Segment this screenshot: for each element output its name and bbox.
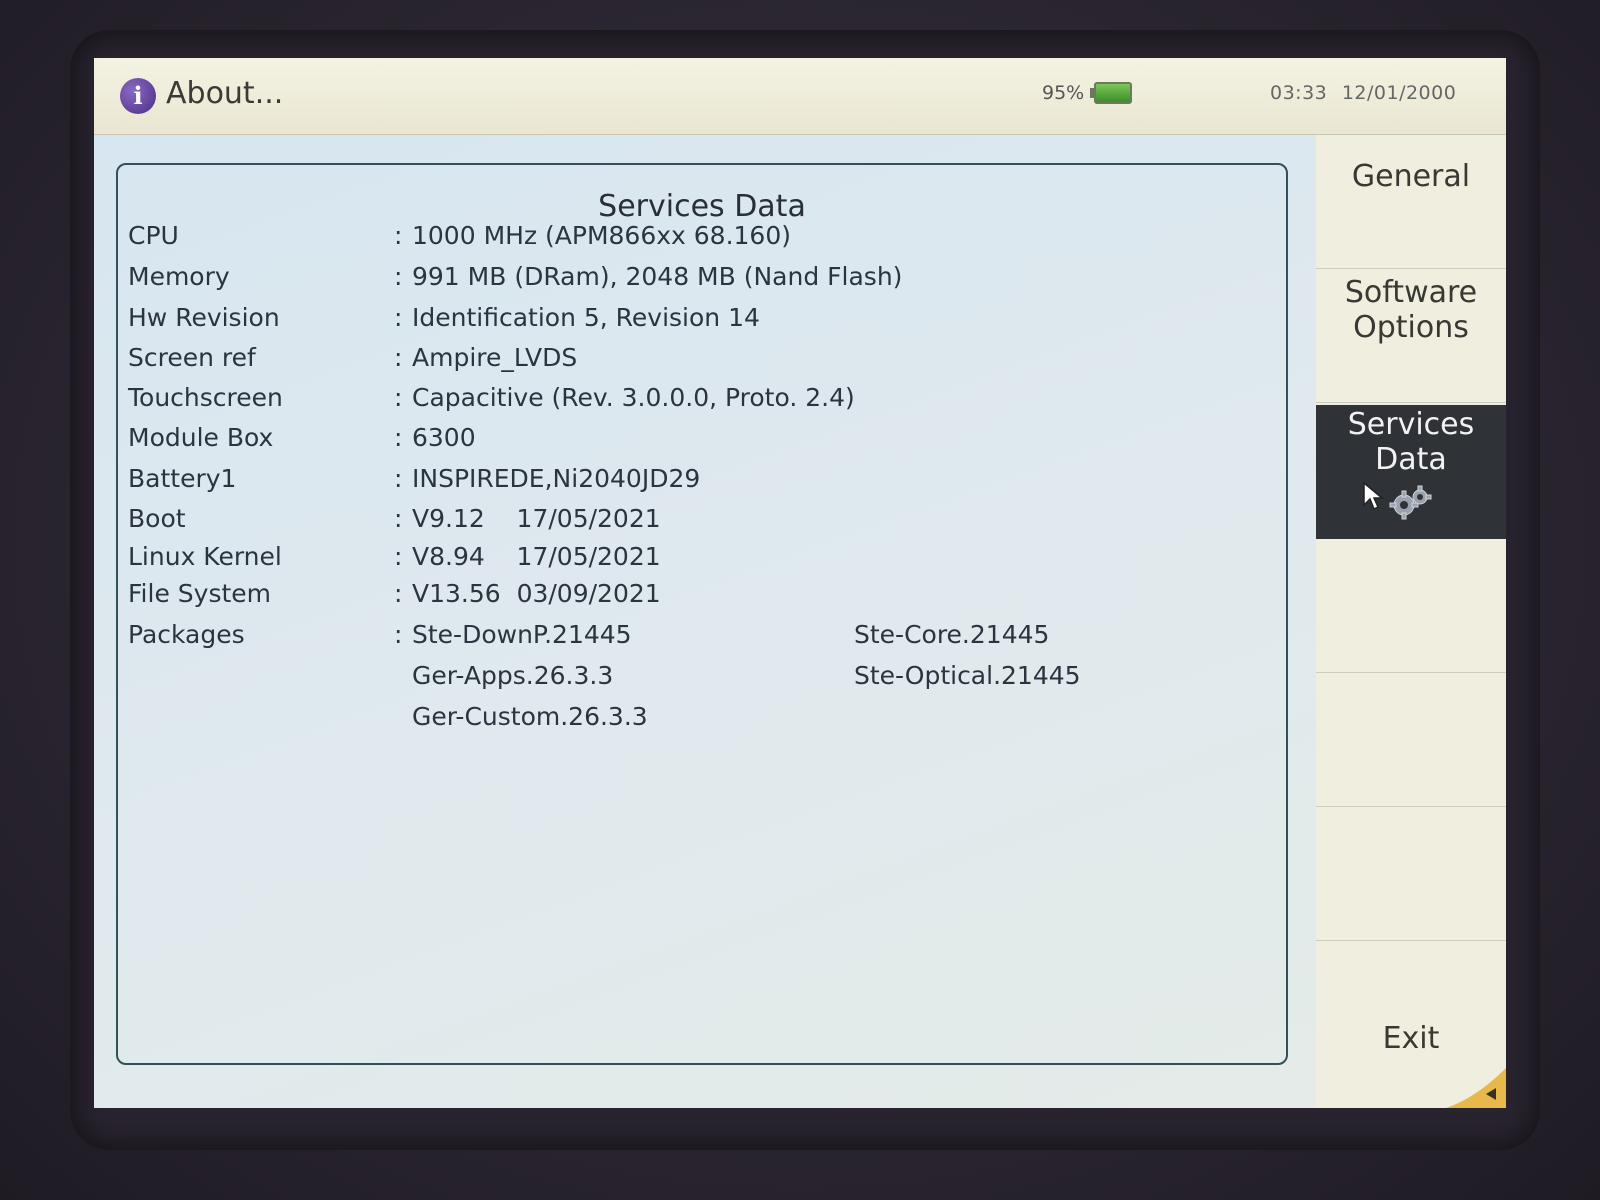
date-display: 12/01/2000 bbox=[1341, 82, 1457, 104]
row-value: 991 MB (DRam), 2048 MB (Nand Flash) bbox=[412, 262, 903, 291]
row-label: Screen ref bbox=[128, 343, 256, 372]
row-label: Hw Revision bbox=[128, 303, 280, 332]
software-options-label-line2: Options bbox=[1353, 310, 1469, 345]
package-item: Ste-Core.21445 bbox=[854, 620, 1050, 649]
back-arrow-icon[interactable] bbox=[1446, 1068, 1506, 1108]
row-label: Linux Kernel bbox=[128, 542, 282, 571]
row-label: Battery1 bbox=[128, 464, 237, 493]
panel-title: Services Data bbox=[598, 189, 806, 224]
row-colon: : bbox=[394, 221, 403, 250]
row-value: V8.94 17/05/2021 bbox=[412, 542, 661, 571]
row-value: V9.12 17/05/2021 bbox=[412, 504, 661, 533]
row-label: Module Box bbox=[128, 423, 274, 452]
row-label: Packages bbox=[128, 620, 245, 649]
package-item: Ger-Apps.26.3.3 bbox=[412, 661, 614, 690]
battery-icon bbox=[1090, 82, 1132, 104]
info-icon[interactable]: i bbox=[120, 78, 156, 114]
row-colon: : bbox=[394, 262, 403, 291]
row-value: 6300 bbox=[412, 423, 476, 452]
row-label: Boot bbox=[128, 504, 186, 533]
row-label: Memory bbox=[128, 262, 230, 291]
services-data-label-line1: Services bbox=[1347, 407, 1475, 442]
device-body: i About... 95% 03:33 12/01/2000 Services… bbox=[0, 0, 1600, 1200]
services-data-panel: Services Data CPU : 1000 MHz (APM866xx 6… bbox=[116, 163, 1288, 1065]
software-options-button[interactable]: Software Options bbox=[1316, 269, 1506, 403]
row-value: INSPIREDE,Ni2040JD29 bbox=[412, 464, 701, 493]
row-value: 1000 MHz (APM866xx 68.160) bbox=[412, 221, 791, 250]
row-label: File System bbox=[128, 579, 272, 608]
row-colon: : bbox=[394, 303, 403, 332]
row-value: V13.56 03/09/2021 bbox=[412, 579, 661, 608]
row-colon: : bbox=[394, 542, 403, 571]
row-label: CPU bbox=[128, 221, 179, 250]
row-label: Touchscreen bbox=[128, 383, 283, 412]
package-item: Ste-Optical.21445 bbox=[854, 661, 1081, 690]
sidebar-empty-slot bbox=[1316, 673, 1506, 807]
time-display: 03:33 bbox=[1270, 82, 1328, 104]
row-colon: : bbox=[394, 620, 403, 649]
mouse-cursor-icon bbox=[1363, 481, 1385, 511]
row-value: Capacitive (Rev. 3.0.0.0, Proto. 2.4) bbox=[412, 383, 855, 412]
services-data-label-line2: Data bbox=[1375, 442, 1447, 477]
sidebar: General Software Options Services Data E… bbox=[1316, 135, 1506, 1108]
row-colon: : bbox=[394, 343, 403, 372]
row-colon: : bbox=[394, 464, 403, 493]
software-options-label-line1: Software bbox=[1344, 275, 1478, 310]
sidebar-empty-slot bbox=[1316, 807, 1506, 941]
row-value: Ampire_LVDS bbox=[412, 343, 578, 372]
gear-icon bbox=[1389, 485, 1432, 520]
row-value: Ste-DownP.21445 bbox=[412, 620, 632, 649]
row-colon: : bbox=[394, 504, 403, 533]
general-button[interactable]: General bbox=[1316, 135, 1506, 269]
title-bar: i About... 95% 03:33 12/01/2000 bbox=[94, 58, 1506, 135]
main-area: Services Data CPU : 1000 MHz (APM866xx 6… bbox=[94, 135, 1316, 1108]
services-data-button[interactable]: Services Data bbox=[1316, 405, 1506, 539]
row-colon: : bbox=[394, 423, 403, 452]
exit-label: Exit bbox=[1382, 1021, 1440, 1056]
services-icons bbox=[1316, 481, 1506, 521]
row-value: Identification 5, Revision 14 bbox=[412, 303, 760, 332]
screen: i About... 95% 03:33 12/01/2000 Services… bbox=[94, 58, 1506, 1108]
row-colon: : bbox=[394, 579, 403, 608]
window-title: About... bbox=[166, 76, 284, 111]
clock: 03:33 12/01/2000 bbox=[1270, 82, 1456, 104]
row-colon: : bbox=[394, 383, 403, 412]
sidebar-empty-slot bbox=[1316, 539, 1506, 673]
battery-percent: 95% bbox=[1042, 82, 1085, 104]
package-item: Ger-Custom.26.3.3 bbox=[412, 702, 648, 731]
general-label: General bbox=[1351, 159, 1471, 194]
